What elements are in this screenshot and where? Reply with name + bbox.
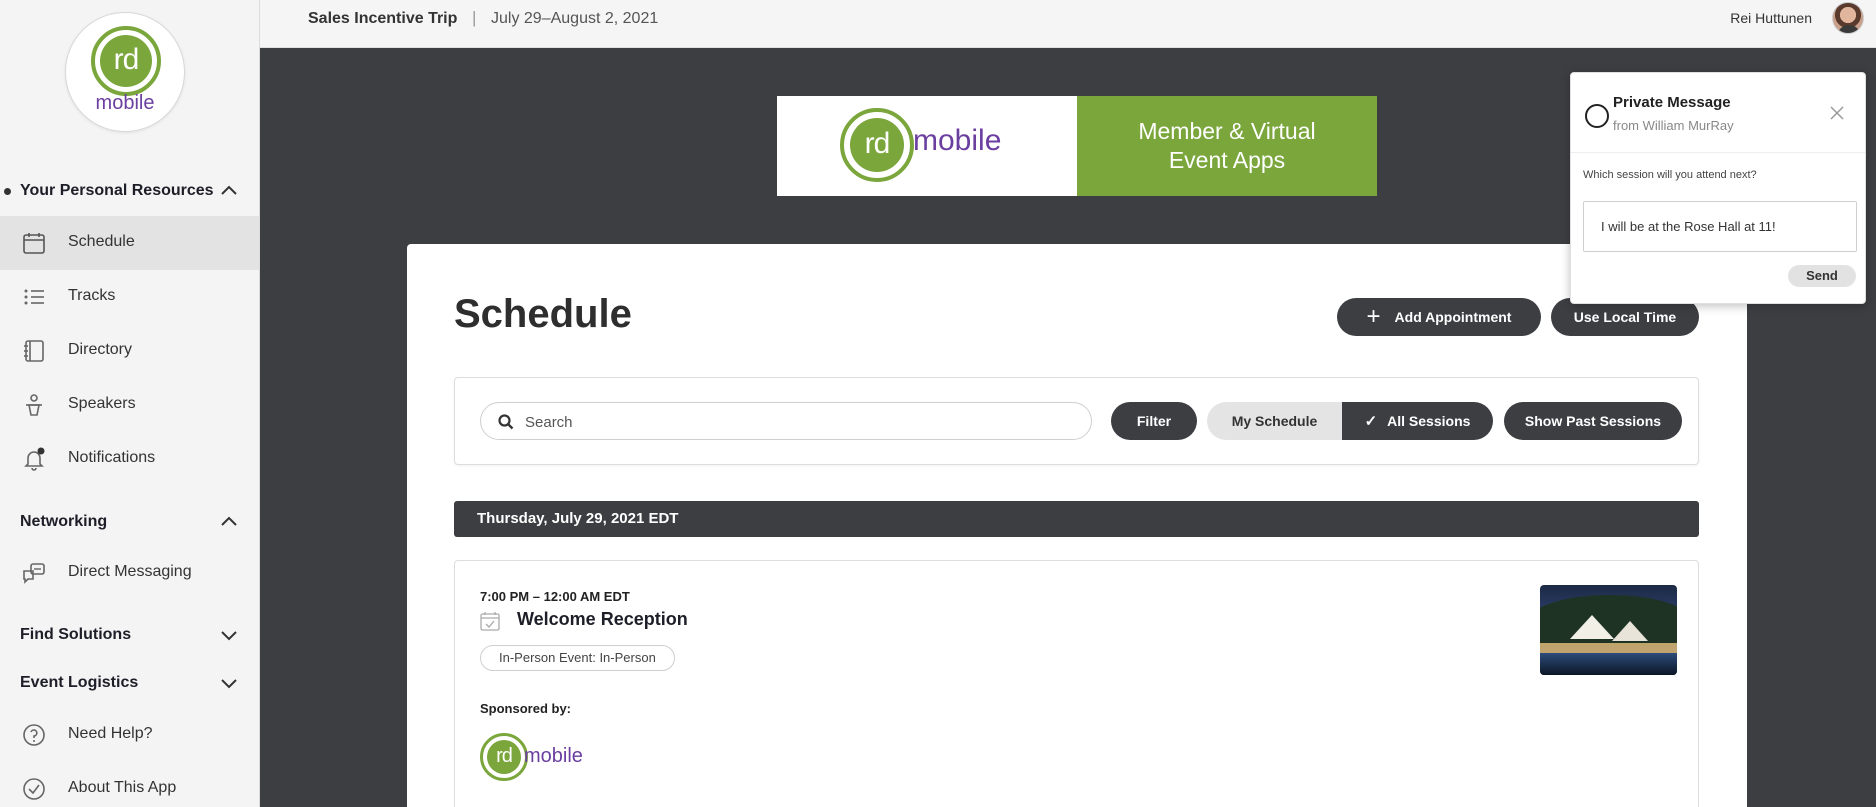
banner-tagline: Member & Virtual Event Apps — [1077, 96, 1377, 196]
banner-logo-ring: rd — [840, 108, 914, 182]
section-personal-resources[interactable]: Your Personal Resources — [4, 178, 240, 204]
sidebar-item-speakers[interactable]: Speakers — [0, 378, 259, 432]
sidebar-item-need-help[interactable]: Need Help? — [0, 708, 259, 762]
chevron-up-icon[interactable] — [218, 180, 240, 202]
calendar-icon — [22, 231, 46, 255]
session-card[interactable]: 7:00 PM – 12:00 AM EDT Welcome Reception… — [454, 560, 1699, 807]
banner-logo-word: mobile — [913, 124, 1002, 157]
banner-logo: rd mobile — [777, 96, 1077, 196]
title-separator: | — [472, 8, 477, 27]
sponsor-logo-word: mobile — [524, 745, 583, 767]
schedule-panel: Schedule + Add Appointment Use Local Tim… — [407, 244, 1747, 807]
podium-speaker-icon — [22, 393, 46, 417]
chevron-down-icon[interactable] — [218, 624, 240, 646]
photo-deck — [1540, 643, 1677, 653]
logo-monogram: rd — [100, 35, 152, 87]
schedule-scope-toggle: My Schedule ✓ All Sessions — [1207, 402, 1493, 440]
filter-bar: Filter My Schedule ✓ All Sessions Show P… — [454, 377, 1699, 465]
sidebar-item-label: Directory — [68, 341, 133, 358]
chat-bubbles-icon — [22, 561, 46, 585]
sidebar-item-tracks[interactable]: Tracks — [0, 270, 259, 324]
session-type-tag: In-Person Event: In-Person — [480, 645, 675, 671]
event-dates: July 29–August 2, 2021 — [491, 10, 659, 27]
logo-word: mobile — [95, 92, 155, 114]
sidebar-item-directory[interactable]: Directory — [0, 324, 259, 378]
user-name[interactable]: Rei Huttunen — [1730, 10, 1812, 26]
sidebar-item-label: Direct Messaging — [68, 563, 192, 580]
section-find-solutions[interactable]: Find Solutions — [20, 622, 240, 648]
my-schedule-option[interactable]: My Schedule — [1207, 402, 1342, 440]
sidebar-item-schedule[interactable]: Schedule — [0, 216, 259, 270]
section-networking[interactable]: Networking — [20, 509, 240, 535]
section-event-logistics-label: Event Logistics — [20, 674, 139, 691]
day-header: Thursday, July 29, 2021 EDT — [454, 501, 1699, 537]
session-name[interactable]: Welcome Reception — [517, 609, 688, 630]
banner-logo-monogram: rd — [850, 118, 904, 172]
avatar[interactable] — [1832, 2, 1864, 34]
session-time: 7:00 PM – 12:00 AM EDT — [480, 589, 630, 604]
sidebar-item-label: Need Help? — [68, 725, 153, 742]
sidebar-item-label: About This App — [68, 779, 177, 796]
banner-tagline-line1: Member & Virtual — [1138, 118, 1316, 145]
chevron-up-icon[interactable] — [218, 511, 240, 533]
search-icon — [497, 413, 515, 431]
check-circle-icon — [22, 777, 46, 801]
session-photo — [1540, 585, 1677, 675]
sidebar-item-notifications[interactable]: Notifications — [0, 432, 259, 486]
plus-icon: + — [1366, 303, 1381, 330]
sponsor-logo-monogram: rd — [487, 740, 521, 774]
checkmark-icon: ✓ — [1364, 413, 1378, 430]
event-title: Sales Incentive Trip — [308, 10, 458, 27]
sidebar-item-about[interactable]: About This App — [0, 762, 259, 807]
sponsor-logo-ring: rd — [480, 733, 528, 781]
filter-button[interactable]: Filter — [1111, 402, 1197, 440]
popup-sender: from William MurRay — [1613, 118, 1734, 133]
section-networking-label: Networking — [20, 513, 108, 530]
event-banner: rd mobile Member & Virtual Event Apps — [777, 96, 1377, 196]
close-icon[interactable] — [1827, 103, 1847, 123]
photo-tent — [1612, 621, 1648, 641]
page-title: Schedule — [454, 292, 632, 336]
message-text: Which session will you attend next? — [1583, 169, 1757, 181]
sidebar: rd mobile Your Personal Resources Schedu… — [0, 0, 260, 807]
avatar-shirt — [1837, 25, 1861, 33]
app-logo[interactable]: rd mobile — [65, 12, 185, 132]
photo-water — [1540, 653, 1677, 675]
banner-tagline-line2: Event Apps — [1168, 147, 1286, 173]
popup-divider — [1571, 152, 1865, 153]
all-sessions-option[interactable]: ✓ All Sessions — [1342, 402, 1493, 440]
search-input[interactable] — [525, 411, 1065, 433]
list-icon — [22, 285, 46, 309]
popup-title: Private Message — [1613, 94, 1731, 111]
sidebar-item-direct-messaging[interactable]: Direct Messaging — [0, 546, 259, 600]
reply-input[interactable] — [1583, 201, 1857, 252]
top-bar: Sales Incentive Trip | July 29–August 2,… — [260, 0, 1876, 48]
section-event-logistics[interactable]: Event Logistics — [20, 670, 240, 696]
sponsored-by-label: Sponsored by: — [480, 701, 572, 716]
help-question-icon — [22, 723, 46, 747]
sidebar-item-label: Tracks — [68, 287, 116, 304]
sidebar-item-label: Speakers — [68, 395, 136, 412]
chevron-down-icon[interactable] — [218, 672, 240, 694]
bell-icon — [22, 447, 46, 471]
sidebar-item-label: Notifications — [68, 449, 156, 466]
private-message-popup: Private Message from William MurRay Whic… — [1570, 72, 1866, 304]
show-past-sessions-button[interactable]: Show Past Sessions — [1504, 402, 1682, 440]
section-indicator-dot — [4, 188, 11, 195]
logo-ring: rd — [91, 26, 161, 96]
search-box[interactable] — [480, 402, 1092, 440]
sidebar-item-label: Schedule — [68, 233, 135, 250]
add-appointment-label: Add Appointment — [1394, 309, 1512, 325]
all-sessions-label: All Sessions — [1387, 413, 1471, 429]
sponsor-logo[interactable]: rd mobile — [480, 733, 600, 783]
section-personal-label: Your Personal Resources — [20, 182, 214, 199]
circle-icon — [1585, 104, 1609, 128]
photo-tent — [1570, 615, 1614, 639]
book-icon — [22, 339, 46, 363]
section-find-solutions-label: Find Solutions — [20, 626, 132, 643]
send-button[interactable]: Send — [1788, 265, 1856, 287]
add-appointment-button[interactable]: + Add Appointment — [1337, 298, 1541, 336]
calendar-check-icon[interactable] — [479, 610, 501, 632]
